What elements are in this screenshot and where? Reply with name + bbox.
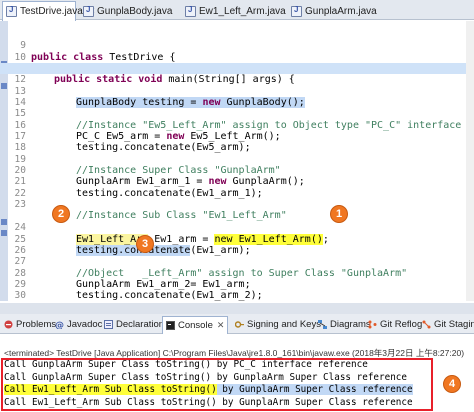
code-line: 31 } <box>0 290 474 324</box>
code-line: 27 //Object _Left_Arm" assign to Super C… <box>0 245 474 278</box>
tab-label: Declaration <box>116 319 165 330</box>
code-line: 21 testing.concatenate(Ew1_arm_1); <box>0 165 474 198</box>
view-tab-bar: Problems @ Javadoc Declaration Console ✕… <box>0 314 474 334</box>
code-line: 24 Ew1_Left_Arm Ew1_arm = new Ew1_Left_A… <box>0 211 474 245</box>
editor-scrollbar[interactable] <box>466 21 474 301</box>
panel-separator[interactable] <box>0 303 474 314</box>
code-line: 22 <box>0 176 474 199</box>
code-line: 11 public static void main(String[] args… <box>0 52 474 85</box>
tab-label: Git Reflog <box>380 319 423 330</box>
git-staging-icon <box>422 320 431 329</box>
console-icon <box>166 321 175 330</box>
code-line-current: 12 <box>0 63 474 85</box>
tab-label: GunplaArm.java <box>305 5 377 17</box>
tab-testdrive[interactable]: TestDrive.java ✕ <box>2 1 95 21</box>
tab-label: Problems <box>16 319 57 330</box>
tab-git-reflog[interactable]: Git Reflog <box>368 317 422 332</box>
code-line: 23 //Instance Sub Class "Ew1_Left_Arm" <box>0 188 474 221</box>
declaration-icon <box>104 320 113 329</box>
tab-label: Signing and Keys <box>247 319 321 330</box>
tab-declaration[interactable]: Declaration <box>104 317 164 332</box>
callout-4-badge: 4 <box>443 375 461 393</box>
tab-git-staging[interactable]: Git Staging <box>422 317 474 332</box>
tab-gunplabody[interactable]: GunplaBody.java <box>80 2 172 20</box>
code-line: 16 PC_C Ew5_arm = new Ew5_Left_Arm(); <box>0 108 474 142</box>
tab-label: Ew1_Left_Arm.java <box>199 5 286 17</box>
javadoc-icon: @ <box>55 321 64 329</box>
code-line: 15 //Instance "Ew5_Left_Arm" assign to O… <box>0 97 474 130</box>
java-file-icon <box>291 5 302 17</box>
tab-label: GunplaBody.java <box>97 5 173 17</box>
diagrams-icon <box>318 320 327 329</box>
code-line: 13 GunplaBody testing = new GunplaBody()… <box>0 74 474 109</box>
java-file-icon <box>185 5 196 17</box>
callout-2-badge: 2 <box>52 205 70 223</box>
tab-gunplaarm[interactable]: GunplaArm.java <box>288 2 378 20</box>
tab-label: Diagrams <box>330 319 371 330</box>
code-line: 18 <box>0 131 474 153</box>
code-line: 17 testing.concatenate(Ew5_arm); <box>0 120 474 153</box>
tab-console[interactable]: Console ✕ <box>162 316 229 334</box>
tab-javadoc[interactable]: @ Javadoc <box>55 317 102 332</box>
tab-signing-and-keys[interactable]: Signing and Keys <box>235 317 321 332</box>
java-file-icon <box>83 5 94 17</box>
tab-label: Javadoc <box>67 319 103 330</box>
code-line: 30 <box>0 279 474 301</box>
editor-tab-bar: TestDrive.java ✕ GunplaBody.java Ew1_Lef… <box>0 0 474 21</box>
code-line: 10 <box>0 40 474 63</box>
code-line: 26 <box>0 234 474 256</box>
code-line: 28 GunplaArm Ew1_arm_2= Ew1_arm; <box>0 256 474 290</box>
code-line: 9 public class TestDrive { <box>0 29 474 62</box>
tab-problems[interactable]: Problems <box>4 317 56 332</box>
code-line: 25 testing.concatenate(Ew1_arm); <box>0 222 474 256</box>
svg-text:@: @ <box>55 321 64 329</box>
callout-3-badge: 3 <box>136 235 154 253</box>
problems-icon <box>4 320 13 329</box>
code-line: 20 GunplaArm Ew1_arm_1 = new GunplaArm()… <box>0 154 474 187</box>
signing-icon <box>235 321 244 328</box>
code-line: 19 //Instance Super Class "GunplaArm" <box>0 142 474 176</box>
tab-label: Git Staging <box>434 319 474 330</box>
output-annotation-box <box>1 358 433 411</box>
console-output[interactable]: Call GunplaArm Super Class toString() by… <box>0 358 474 412</box>
tab-diagrams[interactable]: Diagrams <box>318 317 371 332</box>
code-line: 14 <box>0 86 474 108</box>
tab-ew1-left-arm[interactable]: Ew1_Left_Arm.java <box>182 2 286 20</box>
code-editor[interactable]: 9 public class TestDrive { 10 11 public … <box>0 21 474 324</box>
git-reflog-icon <box>368 320 377 329</box>
code-line: 29 testing.concatenate(Ew1_arm_2); <box>0 268 474 301</box>
callout-1-badge: 1 <box>330 205 348 223</box>
java-file-icon <box>6 5 17 17</box>
tab-label: TestDrive.java <box>20 6 83 17</box>
line-number: 23 <box>14 198 26 210</box>
close-icon[interactable]: ✕ <box>217 320 225 331</box>
tab-label: Console <box>178 320 213 331</box>
